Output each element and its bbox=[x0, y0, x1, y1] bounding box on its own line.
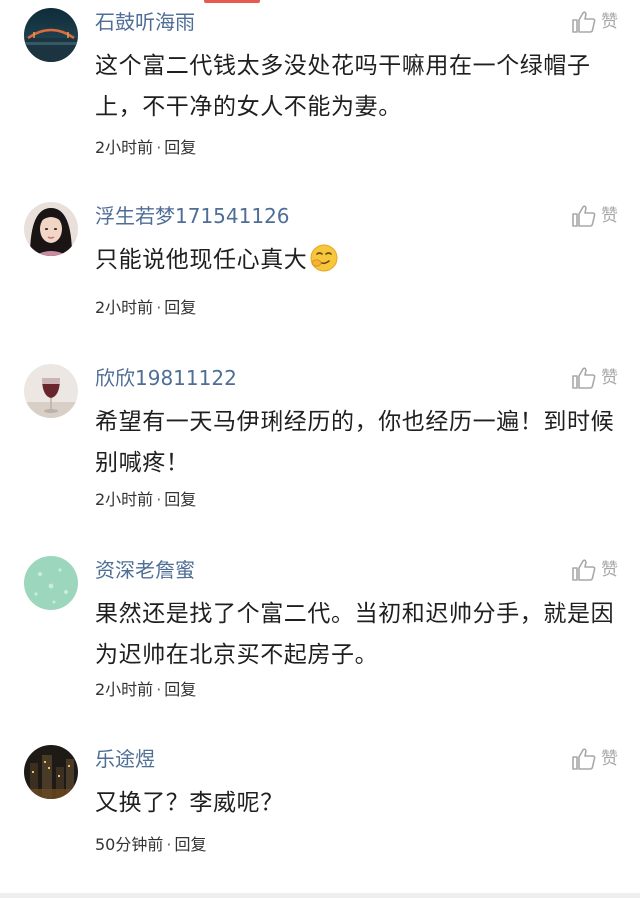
comment-item: 资深老詹蜜 赞 果然还是找了个富二代。当初和迟帅分手，就是因为迟帅在北京买不起房… bbox=[0, 556, 640, 706]
like-label: 赞 bbox=[601, 560, 618, 580]
like-button[interactable]: 赞 bbox=[571, 364, 618, 392]
comment-username[interactable]: 欣欣19811122 bbox=[95, 364, 237, 392]
comment-item: 欣欣19811122 赞 希望有一天马伊琍经历的，你也经历一遍！到时候别喊疼！ … bbox=[0, 364, 640, 516]
top-tab-indicator bbox=[0, 0, 640, 5]
meta-separator: · bbox=[156, 490, 162, 509]
comment-time: 50分钟前 bbox=[95, 835, 164, 854]
comment-time: 2小时前 bbox=[95, 490, 154, 509]
comment-item: 浮生若梦171541126 赞 只能说他现任心真大 2小时前 · 回复 bbox=[0, 202, 640, 322]
comment-time: 2小时前 bbox=[95, 138, 154, 157]
like-label: 赞 bbox=[601, 368, 618, 388]
avatar[interactable] bbox=[24, 202, 78, 256]
comment-username[interactable]: 石鼓听海雨 bbox=[95, 8, 195, 36]
comment-time: 2小时前 bbox=[95, 298, 154, 317]
thumbs-up-icon bbox=[571, 558, 597, 582]
meta-separator: · bbox=[156, 680, 162, 699]
reply-button[interactable]: 回复 bbox=[174, 835, 206, 854]
comment-time: 2小时前 bbox=[95, 680, 154, 699]
like-label: 赞 bbox=[601, 749, 618, 769]
avatar[interactable] bbox=[24, 8, 78, 62]
comment-text: 希望有一天马伊琍经历的，你也经历一遍！到时候别喊疼！ bbox=[95, 409, 615, 476]
meta-separator: · bbox=[156, 138, 162, 157]
like-button[interactable]: 赞 bbox=[571, 202, 618, 230]
comment-username[interactable]: 乐途煜 bbox=[95, 745, 155, 773]
comment-text: 这个富二代钱太多没处花吗干嘛用在一个绿帽子上，不干净的女人不能为妻。 bbox=[95, 53, 591, 120]
thumbs-up-icon bbox=[571, 10, 597, 34]
reply-button[interactable]: 回复 bbox=[164, 490, 196, 509]
bottom-edge bbox=[0, 893, 640, 898]
thumbs-up-icon bbox=[571, 204, 597, 228]
like-label: 赞 bbox=[601, 12, 618, 32]
thumbs-up-icon bbox=[571, 747, 597, 771]
like-button[interactable]: 赞 bbox=[571, 556, 618, 584]
comment-item: 乐途煜 赞 又换了？李威呢？ 50分钟前 · 回复 bbox=[0, 745, 640, 865]
comment-meta: 2小时前 · 回复 bbox=[95, 678, 196, 702]
comment-text: 又换了？李威呢？ bbox=[95, 790, 284, 816]
comment-item: 石鼓听海雨 赞 这个富二代钱太多没处花吗干嘛用在一个绿帽子上，不干净的女人不能为… bbox=[0, 8, 640, 164]
comment-text-row: 只能说他现任心真大 bbox=[95, 240, 623, 287]
smirk-face-emoji bbox=[309, 243, 339, 287]
reply-button[interactable]: 回复 bbox=[164, 138, 196, 157]
comment-meta: 50分钟前 · 回复 bbox=[95, 833, 206, 857]
comment-text: 果然还是找了个富二代。当初和迟帅分手，就是因为迟帅在北京买不起房子。 bbox=[95, 601, 615, 668]
meta-separator: · bbox=[156, 298, 162, 317]
comment-username[interactable]: 资深老詹蜜 bbox=[95, 556, 195, 584]
comment-username[interactable]: 浮生若梦171541126 bbox=[95, 202, 290, 230]
meta-separator: · bbox=[166, 835, 172, 854]
like-label: 赞 bbox=[601, 206, 618, 226]
like-button[interactable]: 赞 bbox=[571, 8, 618, 36]
reply-button[interactable]: 回复 bbox=[164, 298, 196, 317]
comment-meta: 2小时前 · 回复 bbox=[95, 488, 196, 512]
thumbs-up-icon bbox=[571, 366, 597, 390]
comment-text: 只能说他现任心真大 bbox=[95, 247, 308, 273]
like-button[interactable]: 赞 bbox=[571, 745, 618, 773]
avatar[interactable] bbox=[24, 364, 78, 418]
reply-button[interactable]: 回复 bbox=[164, 680, 196, 699]
avatar[interactable] bbox=[24, 745, 78, 799]
comment-meta: 2小时前 · 回复 bbox=[95, 296, 196, 320]
comment-meta: 2小时前 · 回复 bbox=[95, 136, 196, 160]
avatar[interactable] bbox=[24, 556, 78, 610]
